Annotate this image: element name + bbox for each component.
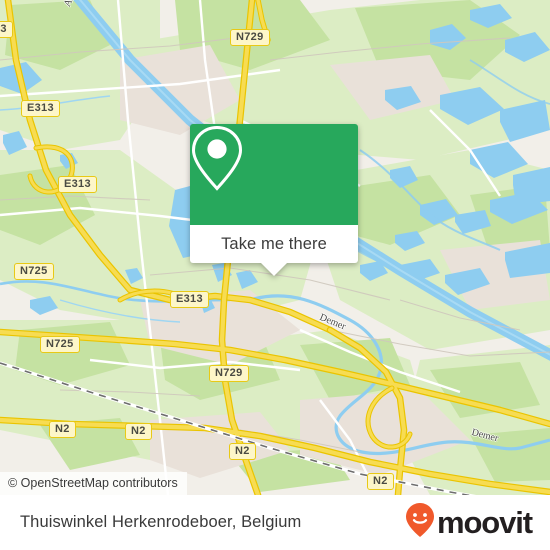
moovit-wordmark: moovit xyxy=(436,505,533,540)
take-me-there-button[interactable]: Take me there xyxy=(190,225,358,276)
road-shield: E313 xyxy=(21,100,60,117)
road-shield: N729 xyxy=(209,365,249,382)
road-shield: N725 xyxy=(40,336,80,353)
road-shield: N2 xyxy=(367,473,394,490)
moovit-map-screen: 13 N729 E313 E313 N725 E313 N725 N729 N2… xyxy=(0,0,550,550)
road-shield: N729 xyxy=(230,29,270,46)
location-callout[interactable]: Take me there xyxy=(190,124,358,276)
callout-tail-icon xyxy=(261,263,287,276)
road-shield: 13 xyxy=(0,21,13,38)
footer-bar: Thuiswinkel Herkenrodeboer, Belgium moov… xyxy=(0,495,550,550)
callout-pin-panel xyxy=(190,124,358,225)
road-shield: N2 xyxy=(49,421,76,438)
road-shield: N2 xyxy=(229,443,256,460)
place-title: Thuiswinkel Herkenrodeboer, Belgium xyxy=(20,513,302,531)
osm-attribution[interactable]: © OpenStreetMap contributors xyxy=(0,472,187,495)
road-shield: E313 xyxy=(170,291,209,308)
map-canvas[interactable]: 13 N729 E313 E313 N725 E313 N725 N729 N2… xyxy=(0,0,550,495)
road-shield: N725 xyxy=(14,263,54,280)
road-shield: E313 xyxy=(58,176,97,193)
take-me-there-label: Take me there xyxy=(221,234,327,253)
moovit-smiley-pin-icon xyxy=(405,502,435,543)
road-shield: N2 xyxy=(125,423,152,440)
moovit-brand[interactable]: moovit xyxy=(405,502,533,543)
